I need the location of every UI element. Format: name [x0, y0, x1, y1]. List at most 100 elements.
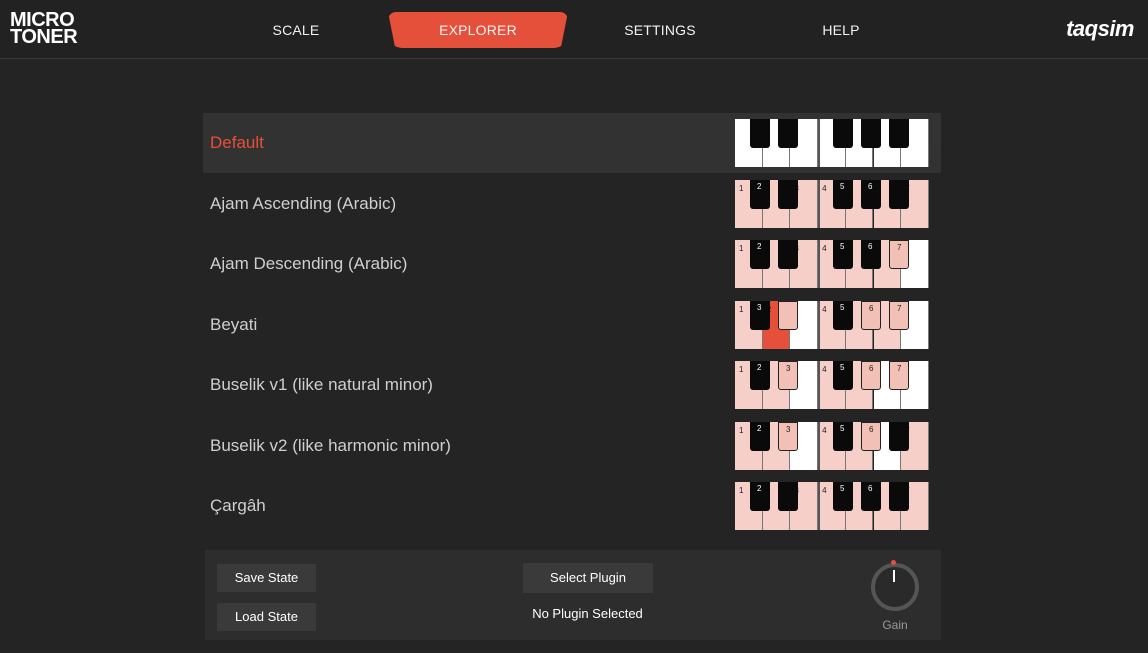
key-degree: 7 [897, 303, 902, 313]
scale-name: Buselik v1 (like natural minor) [210, 375, 433, 394]
octave-divider [817, 240, 820, 288]
key-degree: 5 [840, 181, 845, 191]
key-degree: 4 [822, 425, 827, 435]
octave-divider [817, 482, 820, 530]
taqsim-logo: taqsim [1066, 16, 1134, 41]
octave-divider [817, 179, 820, 228]
scale-list-scrollbar[interactable] [933, 113, 941, 149]
key-degree: 1 [739, 244, 744, 253]
key-degree: 4 [822, 486, 827, 495]
black-key: 3 [778, 361, 798, 390]
tab-explorer[interactable]: EXPLORER [388, 12, 568, 48]
black-key [750, 119, 770, 148]
gain-knob-indicator [891, 560, 896, 565]
black-key [778, 179, 798, 209]
key-degree: 1 [739, 365, 744, 374]
black-key [861, 119, 881, 148]
black-key [778, 482, 798, 511]
key-degree: 5 [840, 484, 845, 493]
scale-name: Buselik v2 (like harmonic minor) [210, 435, 451, 455]
scale-row[interactable]: Çargâh1347256 [203, 476, 941, 536]
octave-divider [817, 421, 820, 470]
black-key: 2 [750, 421, 770, 451]
scale-keyboard-preview: 1347256 [735, 179, 929, 228]
black-key: 5 [833, 179, 853, 209]
scale-row[interactable]: Beyati1243567 [203, 295, 941, 355]
black-key: 6 [861, 361, 881, 390]
scale-keyboard-preview: 1243567 [735, 300, 929, 349]
black-key [889, 482, 909, 511]
black-key [889, 119, 909, 148]
header-bar: MICRO TONER SCALE EXPLORER SETTINGS HELP… [0, 0, 1148, 59]
key-degree: 1 [739, 304, 744, 314]
key-degree: 7 [897, 364, 902, 373]
black-key: 5 [833, 482, 853, 511]
key-degree: 7 [897, 243, 902, 252]
tab-scale[interactable]: SCALE [206, 12, 386, 48]
bottom-panel: Save State Load State Select Plugin No P… [205, 550, 941, 640]
black-key: 6 [861, 482, 881, 511]
black-key: 6 [861, 240, 881, 269]
scale-name: Çargâh [210, 496, 266, 515]
key-degree: 2 [757, 423, 762, 433]
black-key: 7 [889, 300, 909, 330]
black-key: 5 [833, 240, 853, 269]
gain-label: Gain [882, 618, 908, 632]
key-degree: 6 [868, 242, 873, 251]
black-key: 5 [833, 421, 853, 451]
key-degree: 1 [739, 486, 744, 495]
black-key: 6 [861, 300, 881, 330]
save-state-button[interactable]: Save State [217, 564, 316, 592]
load-state-button[interactable]: Load State [217, 603, 316, 631]
microtoner-logo: MICRO TONER [10, 10, 78, 48]
black-key: 5 [833, 300, 853, 330]
octave-divider [817, 361, 820, 409]
key-degree: 2 [757, 242, 762, 251]
gain-knob[interactable] [871, 560, 919, 611]
key-degree: 5 [840, 363, 845, 372]
black-key: 2 [750, 240, 770, 269]
key-degree: 6 [869, 424, 874, 434]
black-key [889, 179, 909, 209]
scale-row[interactable]: Default [203, 113, 941, 173]
scale-row[interactable]: Buselik v2 (like harmonic minor)1472356 [203, 416, 941, 476]
scale-keyboard-preview [735, 119, 929, 167]
key-degree: 6 [869, 364, 874, 373]
black-key [778, 300, 798, 330]
scale-name: Ajam Ascending (Arabic) [210, 193, 397, 213]
logo-line2: TONER [10, 26, 78, 48]
black-key: 3 [750, 300, 770, 330]
black-key [889, 421, 909, 451]
key-degree: 1 [739, 425, 744, 435]
scale-row[interactable]: Ajam Descending (Arabic)1342567 [203, 234, 941, 294]
key-degree: 2 [757, 484, 762, 493]
tab-settings[interactable]: SETTINGS [570, 12, 750, 48]
key-degree: 2 [757, 363, 762, 372]
key-degree: 2 [757, 181, 762, 191]
octave-divider [817, 119, 820, 167]
scale-keyboard-preview: 1472356 [735, 421, 929, 470]
key-degree: 6 [869, 303, 874, 313]
scale-keyboard-preview: 1347256 [735, 482, 929, 530]
scale-keyboard-preview: 1 4 2 3 5 6 7 [735, 361, 929, 409]
select-plugin-button[interactable]: Select Plugin [523, 563, 653, 593]
black-key: 3 [778, 421, 798, 451]
black-key: 6 [861, 179, 881, 209]
scale-keyboard-preview: 1342567 [735, 240, 929, 288]
scale-row[interactable]: Buselik v1 (like natural minor) 1 4 2 3 5 6 7 [203, 355, 941, 415]
tab-help[interactable]: HELP [751, 12, 931, 48]
key-degree: 5 [840, 242, 845, 251]
key-degree: 3 [786, 364, 791, 373]
black-key [833, 119, 853, 148]
key-degree: 3 [786, 424, 791, 434]
black-key: 2 [750, 179, 770, 209]
black-key: 5 [833, 361, 853, 390]
key-degree: 6 [868, 181, 873, 191]
scale-name: Default [210, 133, 264, 152]
black-key [778, 240, 798, 269]
key-degree: 4 [822, 365, 827, 374]
black-key [778, 119, 798, 148]
scale-row[interactable]: Ajam Ascending (Arabic)1347256 [203, 174, 941, 234]
black-key: 7 [889, 240, 909, 269]
plugin-status: No Plugin Selected [532, 606, 643, 621]
